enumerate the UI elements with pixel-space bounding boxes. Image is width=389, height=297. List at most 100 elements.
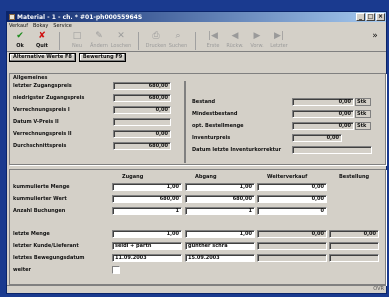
last-cell xyxy=(257,254,327,262)
allgemeines-left-label: Datum V-Preis II xyxy=(13,119,59,125)
toolbar-button-neu: □ Neu xyxy=(66,30,88,52)
unit-label: Stk xyxy=(355,110,371,118)
movements-cell: 680,00 xyxy=(185,195,255,203)
action-buttons: Alternative Werte F8 Bewertung F9 xyxy=(7,52,386,63)
toolbar-button-ndern: ✎ Ändern xyxy=(88,30,110,52)
maximize-button[interactable]: □ xyxy=(366,13,375,21)
bewertung-button[interactable]: Bewertung F9 xyxy=(78,53,127,62)
allgemeines-left-field[interactable]: 680,00 xyxy=(113,142,171,150)
toolbar-label: Suchen xyxy=(168,43,188,49)
last-row-label: letztes Bewegungsdatum xyxy=(13,255,85,261)
movements-cell: 0,00 xyxy=(257,195,327,203)
toolbar-quit-icon: ✘ xyxy=(38,31,46,41)
toolbar-label: Loschen xyxy=(110,43,132,49)
toolbar-label: Neu xyxy=(72,43,82,49)
toolbar-button-erste: |◀ Erste xyxy=(202,30,224,52)
menu-bokay[interactable]: Bokay xyxy=(33,23,48,29)
toolbar-suchen-icon: ⌕ xyxy=(175,31,181,41)
movements-cell: 1 xyxy=(112,207,182,215)
last-cell: 1,00 xyxy=(112,230,182,238)
toolbar-label: Ändern xyxy=(90,43,108,49)
toolbar-button-ok[interactable]: ✔ Ok xyxy=(9,30,31,52)
toolbar-button-loschen: ✕ Loschen xyxy=(110,30,132,52)
last-cell: 0,00 xyxy=(329,230,379,238)
last-cell xyxy=(329,242,379,250)
unit-label: Stk xyxy=(355,98,371,106)
allgemeines-left-field[interactable]: 680,00 xyxy=(113,82,171,90)
status-bar: OVR xyxy=(7,285,386,293)
movements-column-header: Weiterverkauf xyxy=(267,174,308,180)
allgemeines-right-field[interactable]: 0,00 xyxy=(292,122,354,130)
toolbar-separator xyxy=(195,32,196,50)
allgemeines-right-field[interactable]: 0,00 xyxy=(292,110,354,118)
allgemeines-right-label: opt. Bestellmenge xyxy=(192,123,244,129)
toolbar-separator xyxy=(138,32,139,50)
weiter-checkbox[interactable] xyxy=(112,266,120,274)
toolbar-label: Drucken xyxy=(145,43,167,49)
last-cell: 0,00 xyxy=(257,230,327,238)
movements-cell: 680,00 xyxy=(112,195,182,203)
allgemeines-left-label: niedrigster Zugangspreis xyxy=(13,95,85,101)
toolbar-label: Vorw. xyxy=(250,43,264,49)
inventurpreis-field[interactable]: 0,00 xyxy=(292,134,342,142)
menu-service[interactable]: Service xyxy=(53,23,71,29)
unit-label: Stk xyxy=(355,122,371,130)
minimize-button[interactable]: _ xyxy=(356,13,365,21)
movements-cell: 1 xyxy=(185,207,255,215)
allgemeines-left-field[interactable] xyxy=(113,118,171,126)
toolbar-ndern-icon: ✎ xyxy=(95,31,103,41)
allgemeines-left-label: letzter Zugangspreis xyxy=(13,83,72,89)
overwrite-indicator: OVR xyxy=(373,286,384,292)
last-cell: 1,00 xyxy=(185,230,255,238)
movements-cell: 1,00 xyxy=(112,183,182,191)
close-button[interactable]: × xyxy=(376,13,385,21)
toolbar-button-rckw: ◀ Rückw. xyxy=(224,30,246,52)
toolbar-loschen-icon: ✕ xyxy=(117,31,125,41)
title-bar: Material - 1 - ch. * #01-ph00055964S _ □… xyxy=(7,12,386,22)
movements-column-header: Bestellung xyxy=(339,174,370,180)
movements-column-header: Abgang xyxy=(195,174,217,180)
allgemeines-right-label: Mindestbestand xyxy=(192,111,238,117)
toolbar-separator xyxy=(59,32,60,50)
window-app-icon xyxy=(9,14,15,20)
allgemeines-left-label: Verrechnungspreis II xyxy=(13,131,72,137)
last-cell xyxy=(329,254,379,262)
inventurkorrektur-field[interactable] xyxy=(292,146,372,154)
toolbar-label: Erste xyxy=(206,43,220,49)
movements-cell: 1,00 xyxy=(185,183,255,191)
allgemeines-left-label: Durchschnittspreis xyxy=(13,143,67,149)
movements-cell: 0,00 xyxy=(257,183,327,191)
toolbar-overflow-button[interactable]: » xyxy=(364,30,386,52)
allgemeines-left-field[interactable]: 0,00 xyxy=(113,106,171,114)
toolbar-erste-icon: |◀ xyxy=(208,31,218,41)
inventurkorrektur-label: Datum letzte Inventurkorrektur xyxy=(192,147,282,153)
last-row-label: weiter xyxy=(13,267,31,273)
toolbar-label: Quit xyxy=(36,43,48,49)
toolbar-label: Letzter xyxy=(270,43,288,49)
allgemeines-left-field[interactable]: 680,00 xyxy=(113,94,171,102)
alternative-werte-button[interactable]: Alternative Werte F8 xyxy=(9,53,76,62)
toolbar-letzter-icon: ▶| xyxy=(274,31,284,41)
divider xyxy=(184,81,186,163)
last-cell: 11.09.2003 xyxy=(112,254,182,262)
allgemeines-right-label: Bestand xyxy=(192,99,216,105)
allgemeines-left-field[interactable]: 0,00 xyxy=(113,130,171,138)
menu-bar: Verkauf Bokay Service xyxy=(7,22,386,30)
toolbar-rckw-icon: ◀ xyxy=(231,31,239,41)
movements-row-label: Anzahl Buchungen xyxy=(13,208,66,214)
toolbar-label: Ok xyxy=(16,43,24,49)
toolbar: ✔ Ok ✘ Quit □ Neu ✎ Ändern ✕ Loschen ⎙ Drucken ⌕ Such… xyxy=(7,30,386,52)
last-cell: seidl + partn xyxy=(112,242,182,250)
window-title: Material - 1 - ch. * #01-ph00055964S xyxy=(17,13,143,21)
toolbar-button-quit[interactable]: ✘ Quit xyxy=(31,30,53,52)
toolbar-button-drucken: ⎙ Drucken xyxy=(145,30,167,52)
movements-cell: 0 xyxy=(257,207,327,215)
allgemeines-left-label: Verrechnungspreis I xyxy=(13,107,70,113)
allgemeines-right-field[interactable]: 0,00 xyxy=(292,98,354,106)
allgemeines-title: Allgemeines xyxy=(13,75,48,81)
last-cell: 15.09.2003 xyxy=(185,254,255,262)
last-row-label: letzter Kunde/Lieferant xyxy=(13,243,79,249)
menu-verkauf[interactable]: Verkauf xyxy=(9,23,28,29)
toolbar-ok-icon: ✔ xyxy=(16,31,24,41)
material-window: Material - 1 - ch. * #01-ph00055964S _ □… xyxy=(6,11,387,294)
